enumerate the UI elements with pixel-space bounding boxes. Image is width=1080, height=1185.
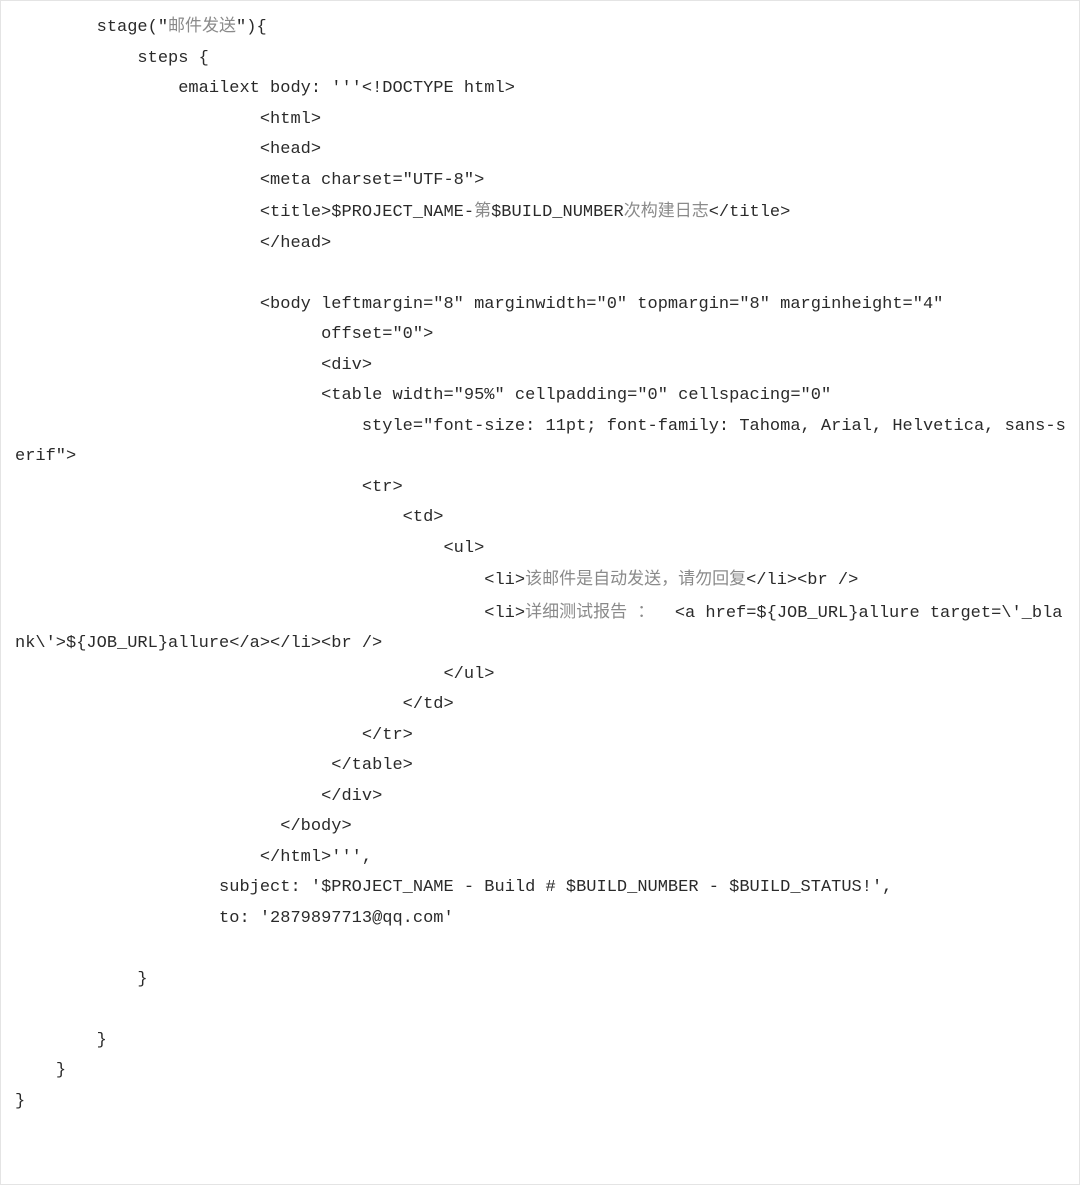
code-block-container: stage("邮件发送"){ steps { emailext body: ''… [0,0,1080,1185]
cjk-text: 该邮件是自动发送，请勿回复 [525,569,746,589]
cjk-text: 详细测试报告 ： [525,602,675,622]
cjk-text: 邮件发送 [168,16,236,36]
code-content: stage("邮件发送"){ steps { emailext body: ''… [15,11,1067,1117]
cjk-text: 次构建日志 [624,201,709,221]
cjk-text: 第 [474,201,491,221]
